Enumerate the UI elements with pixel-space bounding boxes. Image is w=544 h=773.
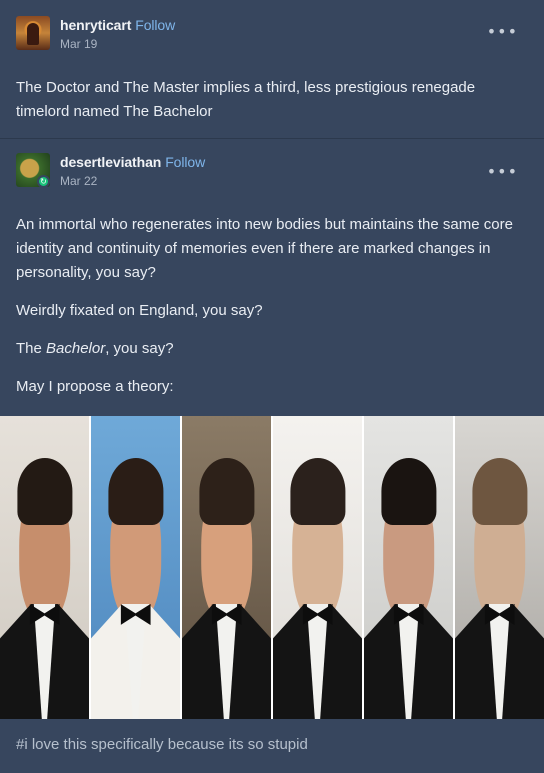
name-line: desertleviathan Follow [60, 154, 205, 170]
avatar[interactable] [16, 16, 50, 50]
post-text: The Doctor and The Master implies a thir… [16, 79, 476, 120]
image-panel [364, 416, 455, 719]
image-panel [455, 416, 544, 719]
follow-button[interactable]: Follow [165, 154, 205, 170]
more-icon[interactable]: ••• [487, 24, 518, 40]
name-line: henryticart Follow [60, 17, 175, 33]
post-henryticart: henryticart Follow Mar 19 ••• The Doctor … [0, 0, 544, 139]
username[interactable]: henryticart [60, 17, 131, 33]
post-paragraph: An immortal who regenerates into new bod… [16, 216, 513, 281]
post-meta: desertleviathan Follow Mar 22 [60, 154, 205, 188]
post-paragraph: The Bachelor, you say? [16, 337, 526, 361]
image-panel [273, 416, 364, 719]
post-image[interactable] [0, 416, 544, 719]
avatar-figure [27, 23, 39, 45]
reblog-icon: ↻ [37, 175, 50, 187]
post-meta: henryticart Follow Mar 19 [60, 17, 175, 51]
post-header: henryticart Follow Mar 19 [16, 16, 175, 51]
bachelor-suffix: , you say? [105, 340, 174, 357]
post-paragraph: May I propose a theory: [16, 378, 174, 395]
more-icon[interactable]: ••• [487, 164, 518, 180]
image-panel [91, 416, 182, 719]
image-panel [182, 416, 273, 719]
post-body: An immortal who regenerates into new bod… [16, 213, 526, 413]
post-desertleviathan: ↻ desertleviathan Follow Mar 22 ••• An im… [0, 139, 544, 773]
image-panel [0, 416, 91, 719]
bachelor-prefix: The [16, 340, 47, 357]
avatar[interactable]: ↻ [16, 153, 50, 187]
post-paragraph: Weirdly fixated on England, you say? [16, 302, 263, 319]
post-tag[interactable]: #i love this specifically because its so… [16, 736, 308, 753]
post-header: ↻ desertleviathan Follow Mar 22 [16, 153, 205, 188]
username[interactable]: desertleviathan [60, 154, 161, 170]
follow-button[interactable]: Follow [135, 17, 175, 33]
post-date[interactable]: Mar 22 [60, 174, 205, 188]
bachelor-emphasis: Bachelor [46, 340, 106, 357]
post-date[interactable]: Mar 19 [60, 37, 175, 51]
